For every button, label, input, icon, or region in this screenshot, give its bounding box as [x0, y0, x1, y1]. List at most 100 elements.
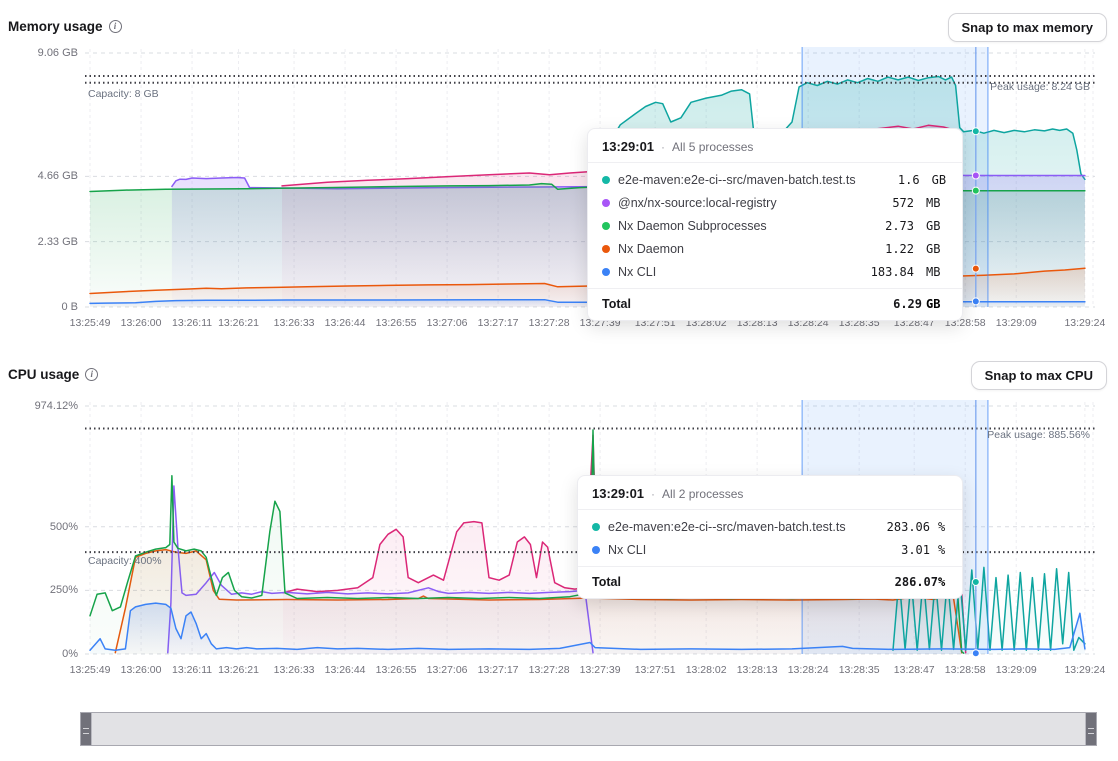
- series-unit: GB: [932, 173, 954, 187]
- series-value: 3.01: [874, 543, 930, 557]
- tooltip-row: @nx/nx-source:local-registry 572 MB: [602, 191, 948, 214]
- cpu-peak-label: Peak usage: 885.56%: [987, 429, 1090, 441]
- x-tick-label: 13:29:09: [996, 664, 1037, 676]
- x-tick-label: 13:26:11: [172, 317, 212, 329]
- info-icon[interactable]: i: [109, 20, 122, 33]
- x-tick-label: 13:29:24: [1064, 664, 1105, 676]
- x-tick-label: 13:28:02: [686, 664, 727, 676]
- x-tick-label: 13:25:49: [70, 317, 111, 329]
- tooltip-separator: ·: [661, 140, 665, 154]
- brush-track[interactable]: [91, 713, 1086, 745]
- tooltip-row: e2e-maven:e2e-ci--src/maven-batch.test.t…: [592, 515, 948, 538]
- y-tick-label: 974.12%: [8, 400, 78, 412]
- x-tick-label: 13:28:24: [788, 664, 829, 676]
- x-tick-label: 13:27:51: [635, 664, 676, 676]
- cpu-tooltip-header: 13:29:01 · All 2 processes: [578, 476, 962, 509]
- cpu-capacity-label: Capacity: 400%: [88, 555, 162, 567]
- series-value: 572: [858, 196, 914, 210]
- y-tick-label: 250%: [8, 584, 78, 596]
- series-color-dot: [602, 245, 610, 253]
- y-tick-label: 4.66 GB: [8, 170, 78, 182]
- series-unit: GB: [926, 219, 948, 233]
- x-tick-label: 13:28:58: [945, 664, 986, 676]
- y-tick-label: 0%: [8, 648, 78, 660]
- total-label: Total: [602, 297, 893, 311]
- memory-tooltip-total: Total 6.29 GB: [588, 289, 962, 320]
- x-tick-label: 13:26:55: [376, 317, 417, 329]
- series-color-dot: [592, 523, 600, 531]
- brush-left-handle[interactable]: [81, 713, 91, 745]
- timeline-brush[interactable]: [80, 712, 1097, 746]
- series-unit: %: [938, 543, 948, 557]
- series-name: Nx CLI: [608, 543, 866, 557]
- series-name: e2e-maven:e2e-ci--src/maven-batch.test.t…: [618, 173, 856, 187]
- total-value: 6.29: [893, 297, 922, 311]
- x-tick-label: 13:27:06: [427, 317, 468, 329]
- x-tick-label: 13:27:28: [529, 317, 570, 329]
- total-unit: %: [938, 575, 948, 589]
- memory-capacity-label: Capacity: 8 GB: [88, 88, 159, 100]
- tooltip-row: Nx Daemon Subprocesses 2.73 GB: [602, 214, 948, 237]
- memory-chart-title: Memory usage i: [8, 19, 122, 34]
- tooltip-time: 13:29:01: [592, 486, 644, 501]
- x-tick-label: 13:27:28: [529, 664, 570, 676]
- series-name: Nx Daemon Subprocesses: [618, 219, 850, 233]
- x-tick-label: 13:28:47: [894, 664, 935, 676]
- series-color-dot: [602, 199, 610, 207]
- series-color-dot: [602, 176, 610, 184]
- series-name: Nx Daemon: [618, 242, 850, 256]
- y-tick-label: 9.06 GB: [8, 47, 78, 59]
- snap-to-max-cpu-button[interactable]: Snap to max CPU: [971, 361, 1107, 390]
- series-color-dot: [602, 222, 610, 230]
- x-tick-label: 13:26:33: [274, 664, 315, 676]
- tooltip-separator: ·: [651, 487, 655, 501]
- x-tick-label: 13:29:09: [996, 317, 1037, 329]
- x-tick-label: 13:26:21: [218, 317, 259, 329]
- x-tick-label: 13:28:13: [737, 664, 778, 676]
- x-tick-label: 13:26:21: [218, 664, 259, 676]
- tooltip-time: 13:29:01: [602, 139, 654, 154]
- series-unit: MB: [926, 196, 948, 210]
- x-tick-label: 13:26:44: [325, 317, 366, 329]
- series-value: 183.84: [858, 265, 914, 279]
- x-tick-label: 13:27:17: [478, 664, 519, 676]
- series-unit: MB: [926, 265, 948, 279]
- total-label: Total: [592, 575, 895, 589]
- y-tick-label: 500%: [8, 521, 78, 533]
- x-tick-label: 13:28:35: [839, 664, 880, 676]
- x-tick-label: 13:27:17: [478, 317, 519, 329]
- info-icon[interactable]: i: [85, 368, 98, 381]
- series-color-dot: [592, 546, 600, 554]
- tooltip-row: Nx CLI 183.84 MB: [602, 260, 948, 283]
- x-tick-label: 13:27:06: [427, 664, 468, 676]
- x-tick-label: 13:26:00: [121, 317, 162, 329]
- series-name: Nx CLI: [618, 265, 850, 279]
- cpu-chart-title: CPU usage i: [8, 367, 98, 382]
- memory-tooltip: 13:29:01 · All 5 processes e2e-maven:e2e…: [587, 128, 963, 321]
- tooltip-subtitle: All 2 processes: [662, 487, 743, 501]
- memory-tooltip-header: 13:29:01 · All 5 processes: [588, 129, 962, 162]
- series-value: 2.73: [858, 219, 914, 233]
- x-tick-label: 13:26:00: [121, 664, 162, 676]
- series-name: e2e-maven:e2e-ci--src/maven-batch.test.t…: [608, 520, 866, 534]
- series-value: 283.06: [874, 520, 930, 534]
- tooltip-row: Nx Daemon1.22GB: [602, 237, 948, 260]
- x-tick-label: 13:26:44: [325, 664, 366, 676]
- x-tick-label: 13:26:11: [172, 664, 212, 676]
- x-tick-label: 13:26:33: [274, 317, 315, 329]
- x-tick-label: 13:26:55: [376, 664, 417, 676]
- tooltip-subtitle: All 5 processes: [672, 140, 753, 154]
- x-tick-label: 13:27:39: [580, 664, 621, 676]
- series-unit: %: [938, 520, 948, 534]
- cpu-tooltip: 13:29:01 · All 2 processes e2e-maven:e2e…: [577, 475, 963, 599]
- series-color-dot: [602, 268, 610, 276]
- memory-title-text: Memory usage: [8, 19, 103, 34]
- total-value: 286.07: [895, 575, 938, 589]
- series-name: @nx/nx-source:local-registry: [618, 196, 850, 210]
- series-value: 1.6: [864, 173, 920, 187]
- x-tick-label: 13:29:24: [1064, 317, 1105, 329]
- series-value: 1.22: [858, 242, 914, 256]
- cpu-tooltip-total: Total 286.07 %: [578, 567, 962, 598]
- snap-to-max-memory-button[interactable]: Snap to max memory: [948, 13, 1108, 42]
- brush-right-handle[interactable]: [1086, 713, 1096, 745]
